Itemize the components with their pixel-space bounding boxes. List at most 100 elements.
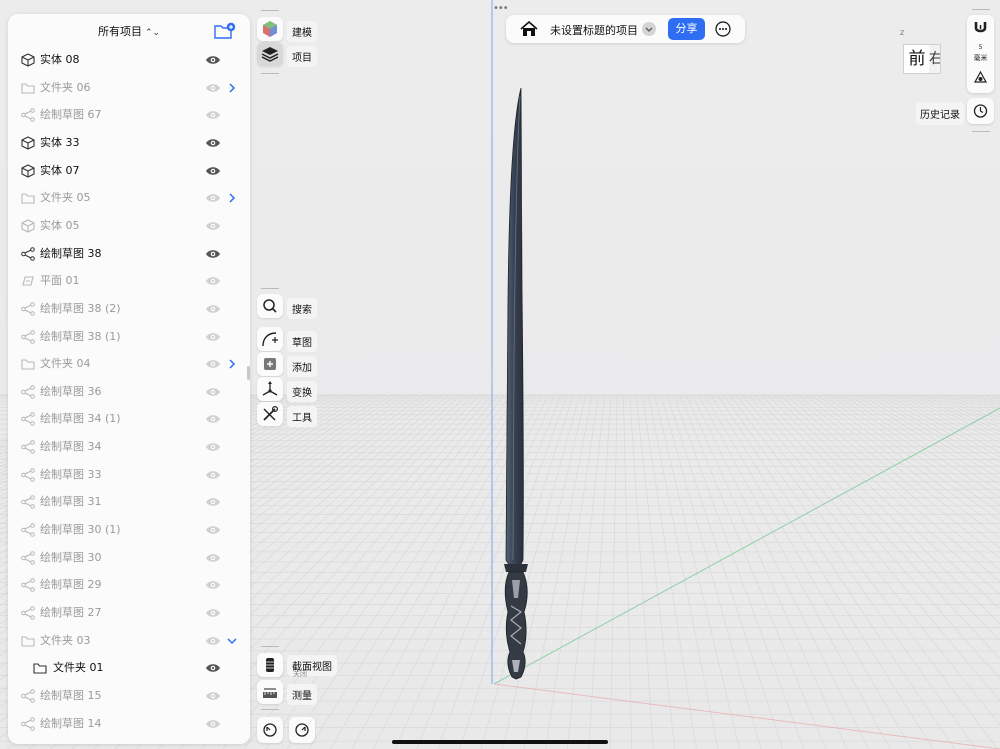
sketch-icon [21,329,35,344]
tree-row[interactable]: 实体 07 [8,157,250,185]
tree-row[interactable]: 绘制草图 30 [8,544,250,572]
view-cube-front[interactable]: 前 [903,44,931,74]
visibility-eye-icon[interactable] [205,358,221,370]
tree-row[interactable]: 绘制草图 38 (2) [8,295,250,323]
tool-separator [261,73,279,74]
visibility-eye-icon[interactable] [205,82,221,94]
tree-row[interactable]: 绘制草图 33 [8,461,250,489]
visibility-eye-icon[interactable] [205,441,221,453]
panel-resize-handle[interactable] [247,366,250,380]
tree-row[interactable]: 绘制草图 14 [8,710,250,738]
add-button[interactable] [257,352,283,376]
tree-row[interactable]: 实体 08 [8,46,250,74]
sketch-icon [21,412,35,427]
tree-row-label: 平面 01 [40,274,80,288]
chevron-down-icon[interactable] [227,635,237,647]
tool-separator [261,288,279,289]
chevron-right-icon[interactable] [227,192,237,204]
tree-row[interactable]: 绘制草图 36 [8,378,250,406]
visibility-eye-icon[interactable] [205,137,221,149]
home-indicator[interactable] [392,740,608,744]
modeling-button[interactable] [257,17,283,41]
unit-value[interactable]: 5 [967,44,994,51]
tree-row[interactable]: 文件夹 03 [8,627,250,655]
sketch-button[interactable] [257,327,283,351]
multitask-dots[interactable]: ••• [493,3,509,14]
project-title[interactable]: 未设置标题的项目 [550,22,638,38]
tree-row[interactable]: 实体 05 [8,212,250,240]
tree-row[interactable]: 绘制草图 29 [8,571,250,599]
tree-row[interactable]: 文件夹 06 [8,74,250,102]
tree-row[interactable]: 绘制草图 30 (1) [8,516,250,544]
unit-label[interactable]: 毫米 [967,53,994,63]
tree-row[interactable]: 绘制草图 34 (1) [8,405,250,433]
visibility-eye-icon[interactable] [205,635,221,647]
tree-row[interactable]: 绘制草图 38 (1) [8,323,250,351]
visibility-eye-icon[interactable] [205,386,221,398]
share-button[interactable]: 分享 [668,18,705,40]
tools-button[interactable] [257,402,283,426]
visibility-eye-icon[interactable] [205,192,221,204]
visibility-eye-icon[interactable] [205,690,221,702]
search-button[interactable] [257,294,283,318]
chevron-right-icon[interactable] [227,82,237,94]
visibility-eye-icon[interactable] [205,607,221,619]
tree-row[interactable]: 文件夹 04 [8,350,250,378]
view-cube-right[interactable]: 右 [929,44,941,74]
visibility-eye-icon[interactable] [205,579,221,591]
tree-row[interactable]: 文件夹 05 [8,184,250,212]
sketch-icon [21,550,35,565]
section-view-button[interactable] [257,653,283,677]
tree-row-label: 文件夹 03 [40,633,91,647]
sketch-icon [21,108,35,123]
tree-row[interactable]: 绘制草图 27 [8,599,250,627]
tree-row-label: 绘制草图 33 [40,467,102,481]
new-folder-icon[interactable] [214,22,236,40]
modeling-cube-icon [263,21,277,37]
tree-row-label: 绘制草图 38 (2) [40,301,121,315]
tree-row[interactable]: 平面 01 [8,267,250,295]
tree-row-label: 绘制草图 34 [40,440,102,454]
measure-button[interactable] [257,680,283,704]
visibility-eye-icon[interactable] [205,469,221,481]
visibility-eye-icon[interactable] [205,109,221,121]
visibility-eye-icon[interactable] [205,524,221,536]
more-icon[interactable] [715,21,731,37]
visibility-eye-icon[interactable] [205,331,221,343]
tree-row[interactable]: 绘制草图 15 [8,682,250,710]
transform-axes-icon [262,381,278,396]
tree-row[interactable]: 绘制草图 67 [8,101,250,129]
sketch-icon [21,246,35,261]
view-cube[interactable]: 前 右 [903,40,941,74]
home-icon[interactable] [520,21,538,37]
magnet-snap-icon[interactable] [973,20,988,36]
chevron-right-icon[interactable] [227,358,237,370]
chevron-down-icon[interactable] [641,21,657,37]
visibility-eye-icon[interactable] [205,718,221,730]
project-button[interactable] [257,42,283,66]
tree-row[interactable]: 绘制草图 38 [8,240,250,268]
origin-snap-icon[interactable] [973,70,988,85]
visibility-eye-icon[interactable] [205,496,221,508]
visibility-eye-icon[interactable] [205,165,221,177]
redo-button[interactable] [289,717,315,743]
folder-icon [21,636,35,647]
tree-row[interactable]: 绘制草图 31 [8,488,250,516]
tree-row[interactable]: 绘制草图 34 [8,433,250,461]
tree-row[interactable]: 实体 33 [8,129,250,157]
visibility-eye-icon[interactable] [205,220,221,232]
visibility-eye-icon[interactable] [205,552,221,564]
history-button[interactable] [967,98,994,124]
transform-button[interactable] [257,377,283,401]
cube-icon [21,53,35,67]
visibility-eye-icon[interactable] [205,662,221,674]
visibility-eye-icon[interactable] [205,413,221,425]
visibility-eye-icon[interactable] [205,54,221,66]
undo-button[interactable] [257,717,283,743]
visibility-eye-icon[interactable] [205,275,221,287]
tree-row-label: 绘制草图 15 [40,688,102,702]
visibility-eye-icon[interactable] [205,248,221,260]
visibility-eye-icon[interactable] [205,303,221,315]
tools-label: 工具 [287,406,317,427]
tree-row[interactable]: 文件夹 01 [8,654,250,682]
